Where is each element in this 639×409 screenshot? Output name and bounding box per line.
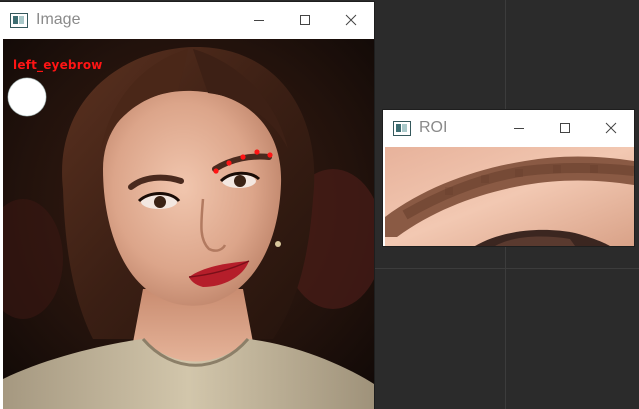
minimize-button[interactable] xyxy=(496,110,542,146)
landmark-point xyxy=(240,154,246,160)
roi-window[interactable]: ROI xyxy=(383,110,634,246)
minimize-icon xyxy=(254,20,264,21)
close-button[interactable] xyxy=(588,110,634,146)
maximize-icon xyxy=(560,123,570,133)
image-canvas[interactable]: left_eyebrow xyxy=(3,39,374,409)
landmark-point xyxy=(226,160,232,166)
close-icon xyxy=(605,122,617,134)
maximize-button[interactable] xyxy=(282,2,328,38)
desktop-divider-horizontal xyxy=(374,268,639,269)
roi-window-title: ROI xyxy=(419,119,448,136)
image-window-titlebar[interactable]: Image xyxy=(0,2,374,38)
image-window-title: Image xyxy=(36,11,81,28)
opencv-window-icon xyxy=(393,120,411,136)
maximize-icon xyxy=(300,15,310,25)
close-icon xyxy=(345,14,357,26)
landmark-point xyxy=(267,152,273,158)
minimize-icon xyxy=(514,128,524,129)
minimize-button[interactable] xyxy=(236,2,282,38)
roi-crop-photo xyxy=(385,147,634,246)
landmark-point xyxy=(213,168,219,174)
portrait-photo xyxy=(3,39,374,409)
desktop: Image left_eyebrow ROI xyxy=(0,0,639,409)
close-button[interactable] xyxy=(328,2,374,38)
landmark-label: left_eyebrow xyxy=(13,58,103,72)
landmark-point xyxy=(254,149,260,155)
maximize-button[interactable] xyxy=(542,110,588,146)
roi-canvas[interactable] xyxy=(385,147,634,246)
roi-window-titlebar[interactable]: ROI xyxy=(383,110,634,146)
image-window[interactable]: Image left_eyebrow xyxy=(0,2,374,409)
opencv-window-icon xyxy=(10,12,28,28)
